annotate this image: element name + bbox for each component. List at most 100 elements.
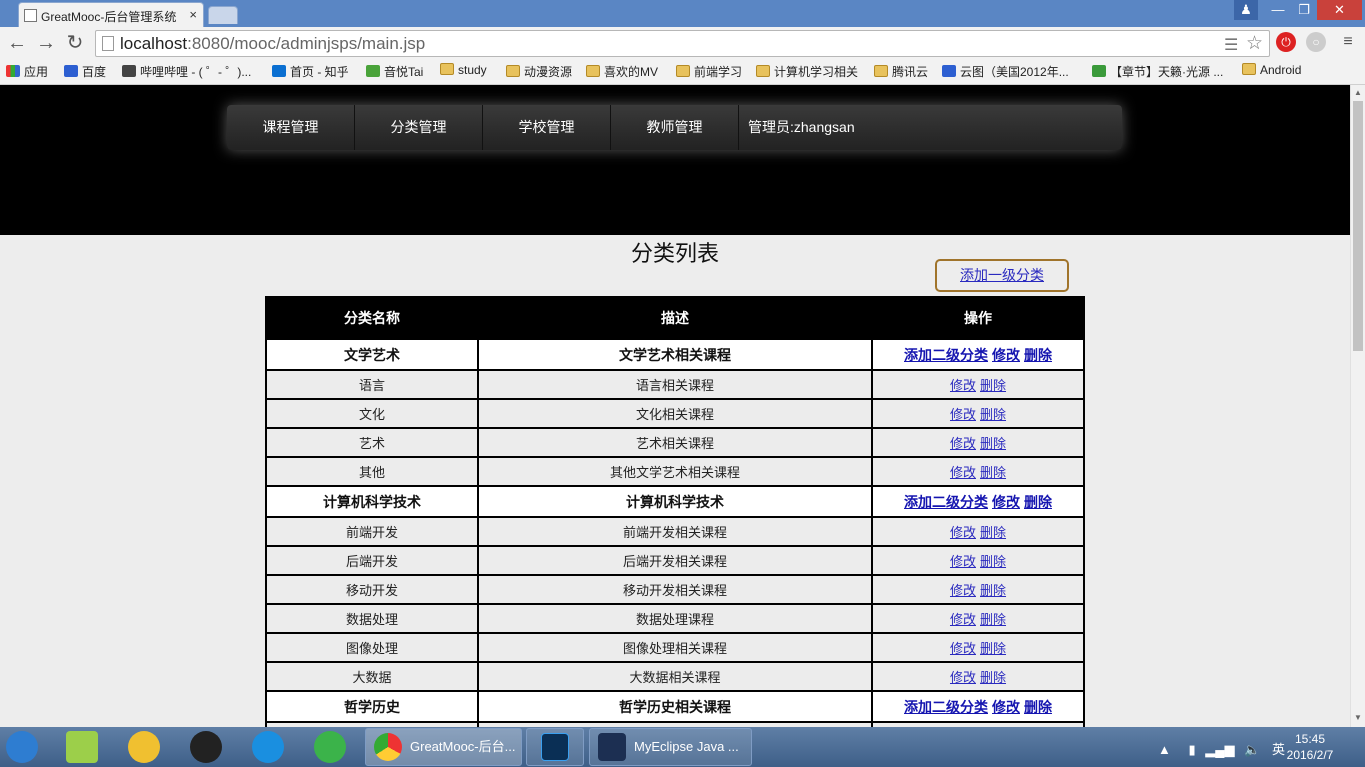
scroll-down-icon[interactable]: ▼: [1354, 713, 1362, 722]
bookmark-item[interactable]: 云图（美国2012年...: [942, 63, 1069, 80]
delete-link[interactable]: 删除: [980, 465, 1006, 480]
back-arrow-icon[interactable]: ←: [5, 31, 29, 55]
bookmark-star-icon[interactable]: ☆: [1246, 32, 1263, 55]
forward-arrow-icon[interactable]: →: [34, 31, 58, 55]
delete-link[interactable]: 删除: [980, 670, 1006, 685]
edit-link[interactable]: 修改: [950, 407, 976, 422]
category-row-child: 图像处理 图像处理相关课程 修改 删除: [265, 632, 1085, 663]
qq-icon[interactable]: [190, 731, 222, 763]
kugou-icon[interactable]: [252, 731, 284, 763]
category-desc-cell: 图像处理相关课程: [477, 632, 873, 663]
adblock-extension-icon[interactable]: ⏻: [1276, 32, 1296, 52]
table-body: 文学艺术 文学艺术相关课程 添加二级分类 修改 删除 语言 语言相关课程 修改 删除 文化 文化相关…: [265, 338, 1085, 727]
tab-close-icon[interactable]: ×: [189, 7, 197, 22]
delete-link[interactable]: 删除: [1024, 699, 1052, 715]
clock-time: 15:45: [1294, 732, 1326, 746]
bookmark-item[interactable]: study: [440, 63, 487, 77]
bookmark-item[interactable]: 首页 - 知乎: [272, 63, 349, 80]
delete-link[interactable]: 删除: [980, 583, 1006, 598]
edit-link[interactable]: 修改: [950, 436, 976, 451]
category-desc-cell: 其他文学艺术相关课程: [477, 456, 873, 487]
delete-link[interactable]: 删除: [980, 407, 1006, 422]
category-row-child: 移动开发 移动开发相关课程 修改 删除: [265, 574, 1085, 605]
bookmark-item[interactable]: Android: [1242, 63, 1301, 77]
delete-link[interactable]: 删除: [1024, 347, 1052, 363]
delete-link[interactable]: 删除: [980, 641, 1006, 656]
bookmark-item[interactable]: 音悦Tai: [366, 63, 423, 80]
edit-link[interactable]: 修改: [992, 699, 1020, 715]
category-name-cell: 其他: [265, 456, 479, 487]
vertical-scrollbar[interactable]: ▲ ▼: [1350, 85, 1365, 727]
bookmark-item[interactable]: 喜欢的MV: [586, 63, 658, 80]
edit-link[interactable]: 修改: [992, 347, 1020, 363]
edit-link[interactable]: 修改: [950, 378, 976, 393]
category-row-child: 艺术 艺术相关课程 修改 删除: [265, 427, 1085, 458]
delete-link[interactable]: 删除: [980, 525, 1006, 540]
category-actions-cell: 修改 删除: [871, 632, 1085, 663]
tray-expand-icon[interactable]: ▲: [1158, 742, 1171, 757]
translate-icon[interactable]: ☰: [1224, 35, 1238, 55]
nav-item-courses[interactable]: 课程管理: [227, 105, 355, 150]
new-tab-button[interactable]: [208, 6, 238, 24]
edit-link[interactable]: 修改: [950, 525, 976, 540]
edit-link[interactable]: 修改: [950, 612, 976, 627]
signal-icon[interactable]: ▂▄▆: [1205, 742, 1234, 757]
add-top-category-button[interactable]: 添加一级分类: [935, 259, 1069, 292]
nav-item-teachers[interactable]: 教师管理: [611, 105, 739, 150]
bird-app-icon[interactable]: [128, 731, 160, 763]
delete-link[interactable]: 删除: [980, 612, 1006, 627]
edit-link[interactable]: 修改: [950, 583, 976, 598]
edit-link[interactable]: 修改: [950, 554, 976, 569]
delete-link[interactable]: 删除: [980, 436, 1006, 451]
file-explorer-icon[interactable]: [66, 731, 98, 763]
main-nav: 课程管理 分类管理 学校管理 教师管理 管理员:zhangsan: [227, 105, 1122, 150]
add-subcategory-link[interactable]: 添加二级分类: [904, 347, 988, 363]
category-row-child: 前端开发 前端开发相关课程 修改 删除: [265, 516, 1085, 547]
minimize-icon[interactable]: —: [1265, 0, 1291, 20]
nav-item-schools[interactable]: 学校管理: [483, 105, 611, 150]
edit-link[interactable]: 修改: [950, 641, 976, 656]
maximize-icon[interactable]: ❐: [1291, 0, 1317, 20]
category-row-child: 数据处理 数据处理课程 修改 删除: [265, 603, 1085, 634]
nav-item-categories[interactable]: 分类管理: [355, 105, 483, 150]
delete-link[interactable]: 删除: [1024, 494, 1052, 510]
bookmark-item[interactable]: 【章节】天籁·光源 ...: [1092, 63, 1223, 80]
address-bar[interactable]: localhost:8080/mooc/adminjsps/main.jsp ☰…: [95, 30, 1270, 57]
chrome-icon: [374, 733, 402, 761]
edit-link[interactable]: 修改: [950, 670, 976, 685]
extension-icon[interactable]: ○: [1306, 32, 1326, 52]
add-subcategory-link[interactable]: 添加二级分类: [904, 494, 988, 510]
add-subcategory-link[interactable]: 添加二级分类: [904, 699, 988, 715]
taskbar-window-photoshop[interactable]: [526, 728, 584, 766]
bookmark-item[interactable]: 前端学习: [676, 63, 742, 80]
close-window-icon[interactable]: ✕: [1317, 0, 1362, 20]
url-text[interactable]: localhost:8080/mooc/adminjsps/main.jsp: [120, 34, 425, 54]
category-actions-cell: 修改 删除: [871, 369, 1085, 400]
reload-icon[interactable]: ↻: [63, 31, 87, 55]
edit-link[interactable]: 修改: [992, 494, 1020, 510]
360-browser-icon[interactable]: [314, 731, 346, 763]
bookmark-item[interactable]: 哔哩哔哩 - ( ゜- ゜)...: [122, 63, 251, 80]
taskbar-window-myeclipse[interactable]: MyEclipse Java ...: [589, 728, 752, 766]
battery-icon[interactable]: ▮: [1189, 742, 1196, 757]
category-row-child: 文化 文化相关课程 修改 删除: [265, 398, 1085, 429]
bookmark-item[interactable]: 应用: [6, 63, 48, 80]
scroll-up-icon[interactable]: ▲: [1354, 88, 1362, 97]
menu-icon[interactable]: ≡: [1338, 32, 1358, 52]
scrollbar-thumb[interactable]: [1353, 101, 1363, 351]
user-profile-icon[interactable]: ♟: [1234, 0, 1258, 20]
start-button-icon[interactable]: [6, 731, 38, 763]
browser-tab-active[interactable]: GreatMooc-后台管理系统 ×: [18, 2, 204, 27]
taskbar-window-chrome[interactable]: GreatMooc-后台...: [365, 728, 522, 766]
bookmark-item[interactable]: 计算机学习相关: [756, 63, 858, 80]
edit-link[interactable]: 修改: [950, 465, 976, 480]
category-name-cell: 数据处理: [265, 603, 479, 634]
bookmark-item[interactable]: 腾讯云: [874, 63, 928, 80]
bookmark-item[interactable]: 百度: [64, 63, 106, 80]
bookmark-item[interactable]: 动漫资源: [506, 63, 572, 80]
volume-icon[interactable]: 🔈: [1244, 742, 1260, 757]
clock[interactable]: 15:45 2016/2/7: [1280, 731, 1340, 763]
folder-icon: [756, 65, 770, 77]
delete-link[interactable]: 删除: [980, 554, 1006, 569]
delete-link[interactable]: 删除: [980, 378, 1006, 393]
